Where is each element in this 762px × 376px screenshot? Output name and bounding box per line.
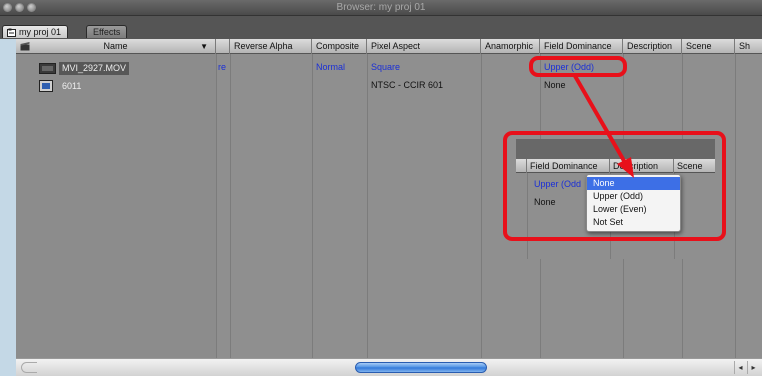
scroll-left-arrow[interactable]: ◂	[734, 361, 746, 374]
annotation-arrow	[573, 74, 634, 178]
browser-window: Browser: my proj 01 my proj 01 Effects N…	[0, 0, 762, 376]
scroll-track-left-end	[21, 362, 37, 373]
scroll-right-arrow[interactable]: ▸	[747, 361, 759, 374]
horizontal-scrollbar[interactable]: ◂ ▸	[16, 358, 762, 376]
scroll-thumb[interactable]	[355, 362, 487, 373]
